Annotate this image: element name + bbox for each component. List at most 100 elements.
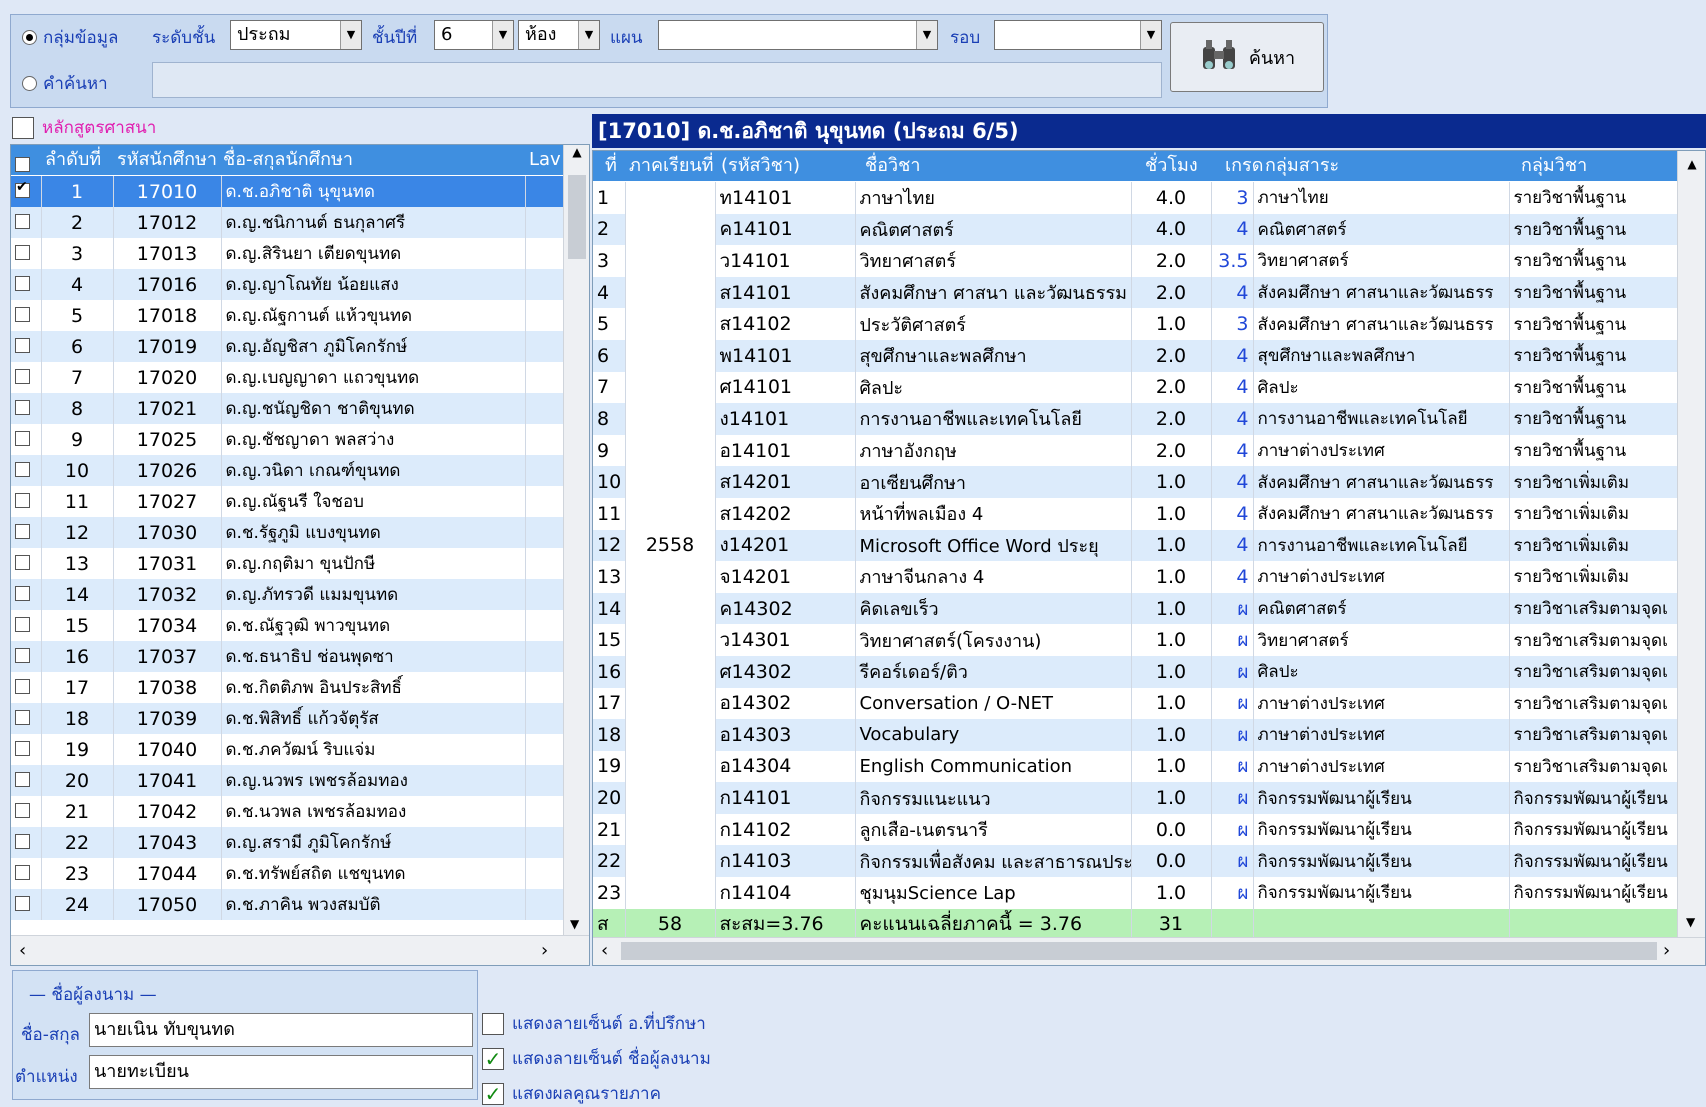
chevron-down-icon[interactable]: ▼	[570, 917, 579, 931]
chevron-right-icon[interactable]: ›	[541, 940, 548, 961]
grade-combo[interactable]: 6 ▼	[434, 20, 514, 50]
table-row[interactable]: 6 พ14101 สุขศึกษาและพลศึกษา 2.0 4 สุขศึกษาและ…	[593, 339, 1678, 372]
table-row[interactable]: 2 17012 ด.ญ.ชนิกานต์ ธนกุลาศรี	[11, 207, 564, 238]
table-row[interactable]: 13 17031 ด.ญ.กฤติมา ขุนปักษี	[11, 548, 564, 579]
chevron-right-icon[interactable]: ›	[1663, 940, 1670, 961]
table-row[interactable]: 3 ว14101 วิทยาศาสตร์ 2.0 3.5 วิทยาศาสตร์ รายวิ…	[593, 245, 1678, 277]
group-radio-dot[interactable]	[22, 30, 37, 45]
table-row[interactable]: 14 17032 ด.ญ.ภัทรวดี แมมขุนทด	[11, 579, 564, 610]
chevron-up-icon[interactable]: ▲	[564, 145, 589, 159]
chevron-down-icon[interactable]: ▼	[916, 21, 937, 49]
row-checkbox[interactable]	[11, 548, 42, 579]
table-row[interactable]: 20 17041 ด.ญ.นวพร เพชรล้อมทอง	[11, 765, 564, 796]
table-row[interactable]: 23 ก14104 ชุมนุมScience Lap 1.0 ผกิจกรรมพัฒน…	[593, 877, 1678, 909]
table-row[interactable]: 12 17030 ด.ช.รัฐภูมิ แบงขุนทด	[11, 517, 564, 548]
table-row[interactable]: 11 ส14202 หน้าที่พลเมือง 4 1.0 4 สังคมศึกษา ศ…	[593, 497, 1678, 530]
table-row[interactable]: 17 17038 ด.ช.กิตติภพ อินประสิทธิ์	[11, 672, 564, 703]
header-hours[interactable]: ชั่วโมง	[1145, 151, 1198, 181]
keyword-input[interactable]	[152, 62, 1162, 98]
chevron-up-icon[interactable]: ▲	[1678, 157, 1705, 171]
row-checkbox[interactable]	[11, 796, 42, 827]
table-row[interactable]: 23 17044 ด.ช.ทรัพย์สถิต แชขุนทด	[11, 858, 564, 889]
table-row[interactable]: 22 ก14103 กิจกรรมเพื่อสังคม และสาธารณประ 0.…	[593, 845, 1678, 878]
row-checkbox[interactable]	[11, 269, 42, 300]
option-term-result[interactable]: ✓ แสดงผลคูณรายภาค	[482, 1080, 711, 1107]
table-row[interactable]: 4 ส14101 สังคมศึกษา ศาสนา และวัฒนธรรม 2.0 4 ส…	[593, 276, 1678, 309]
chevron-down-icon[interactable]: ▼	[492, 21, 513, 49]
term-result-checkbox[interactable]: ✓	[482, 1082, 504, 1106]
table-row[interactable]: 16 17037 ด.ช.ธนาธิป ช่อนพุดซา	[11, 641, 564, 672]
header-subject-code[interactable]: (รหัสวิชา)	[721, 151, 800, 181]
keyword-radio[interactable]: คำค้นหา	[22, 70, 108, 97]
table-row[interactable]: 3 17013 ด.ญ.สิรินยา เตียดขุนทด	[11, 238, 564, 269]
header-semester[interactable]: ภาคเรียนที่	[629, 151, 714, 181]
row-checkbox[interactable]	[11, 238, 42, 269]
header-subject-group[interactable]: กลุ่มวิชา	[1521, 151, 1587, 181]
header-grade[interactable]: เกรด	[1225, 151, 1263, 181]
row-checkbox[interactable]	[11, 207, 42, 238]
advisor-sign-checkbox[interactable]	[482, 1012, 504, 1035]
row-checkbox[interactable]	[11, 734, 42, 765]
table-row[interactable]: 5 ส14102 ประวัติศาสตร์ 1.0 3 สังคมศึกษา ศาสนา…	[593, 308, 1678, 340]
table-row[interactable]: 13 จ14201 ภาษาจีนกลาง 4 1.0 4 ภาษาต่างประเทศร…	[593, 561, 1678, 593]
chevron-left-icon[interactable]: ‹	[601, 940, 608, 961]
chevron-down-icon[interactable]: ▼	[578, 21, 599, 49]
row-checkbox[interactable]	[11, 703, 42, 734]
table-row[interactable]: 19 17040 ด.ช.ภควัฒน์ ริบแจ่ม	[11, 734, 564, 765]
table-row[interactable]: 17 อ14302 Conversation / O-NET 1.0 ผภาษาต่าง…	[593, 687, 1678, 720]
table-row[interactable]: 2 ค14101 คณิตศาสตร์ 4.0 4 คณิตศาสตร์ รายวิชาพื…	[593, 213, 1678, 246]
row-checkbox[interactable]	[11, 300, 42, 331]
plan-combo[interactable]: ▼	[658, 20, 938, 50]
table-row[interactable]: 22 17043 ด.ญ.สรามี ภูมิโคกรักษ์	[11, 827, 564, 858]
table-row[interactable]: 1 2558 ท14101 ภาษาไทย 4.0 3 ภาษาไทย รายวิชาพื้น…	[593, 182, 1678, 909]
table-row[interactable]: 15 17034 ด.ช.ณัฐวุฒิ พาวขุนทด	[11, 610, 564, 641]
header-learning-area[interactable]: กลุ่มสาระ	[1265, 151, 1339, 181]
header-student-name[interactable]: ชื่อ-สกุลนักศึกษา	[223, 145, 353, 175]
table-row[interactable]: 15 ว14301 วิทยาศาสตร์(โครงงาน) 1.0 ผวิทยาศาส…	[593, 624, 1678, 656]
table-row[interactable]: 18 17039 ด.ช.พิสิทธิ์ แก้วจัตุรัส	[11, 703, 564, 734]
table-row[interactable]: 10 17026 ด.ญ.วนิดา เกณฑ์ขุนทด	[11, 455, 564, 486]
signer-sign-checkbox[interactable]: ✓	[482, 1047, 504, 1071]
table-row[interactable]: 12 ง14201 Microsoft Office Word ประยุ 1.0 4 ก…	[593, 529, 1678, 562]
room-combo[interactable]: ห้อง ▼	[518, 20, 600, 50]
table-row[interactable]: 18 อ14303 Vocabulary 1.0 ผภาษาต่างประเทศ รายว…	[593, 719, 1678, 751]
row-checkbox[interactable]	[11, 393, 42, 424]
keyword-radio-dot[interactable]	[22, 76, 37, 91]
religion-checkbox[interactable]	[12, 116, 34, 139]
grade-hscroll-thumb[interactable]	[621, 942, 1657, 960]
row-checkbox[interactable]	[11, 672, 42, 703]
table-row[interactable]: 21 17042 ด.ช.นวพล เพชรล้อมทอง	[11, 796, 564, 827]
chevron-down-icon[interactable]: ▼	[1140, 21, 1161, 49]
header-student-id[interactable]: รหัสนักศึกษา	[117, 145, 217, 175]
table-row[interactable]: 7 17020 ด.ญ.เบญญาดา แถวขุนทด	[11, 362, 564, 393]
table-row[interactable]: 10 ส14201 อาเซียนศึกษา 1.0 4 สังคมศึกษา ศาสนา…	[593, 466, 1678, 498]
row-checkbox[interactable]	[11, 579, 42, 610]
row-checkbox[interactable]	[11, 641, 42, 672]
row-checkbox[interactable]	[11, 889, 42, 920]
round-combo[interactable]: ▼	[994, 20, 1162, 50]
chevron-left-icon[interactable]: ‹	[19, 940, 26, 961]
table-row[interactable]: 14 ค14302 คิดเลขเร็ว 1.0 ผคณิตศาสตร์ รายวิชาเ…	[593, 592, 1678, 625]
table-row[interactable]: 21 ก14102 ลูกเสือ-เนตรนารี 0.0 ผกิจกรรมพัฒนา…	[593, 813, 1678, 846]
table-row[interactable]: 24 17050 ด.ช.ภาคิน พวงสมบัติ	[11, 889, 564, 920]
row-checkbox[interactable]	[11, 517, 42, 548]
group-radio[interactable]: กลุ่มข้อมูล	[22, 24, 118, 51]
row-checkbox[interactable]	[11, 827, 42, 858]
chevron-down-icon[interactable]: ▼	[340, 21, 361, 49]
header-no[interactable]: ลำดับที่	[45, 145, 101, 175]
table-row[interactable]: 19 อ14304 English Communication 1.0 ผภาษาต่า…	[593, 750, 1678, 783]
row-checkbox[interactable]	[11, 424, 42, 455]
row-checkbox[interactable]	[11, 610, 42, 641]
search-button[interactable]: ค้นหา	[1170, 22, 1324, 92]
student-vscrollbar[interactable]: ▲ ▼	[563, 145, 589, 935]
header-seq[interactable]: ที่	[605, 151, 617, 181]
chevron-down-icon[interactable]: ▼	[1686, 915, 1695, 929]
table-row[interactable]: 9 อ14101 ภาษาอังกฤษ 2.0 4 ภาษาต่างประเทศ รายวิ…	[593, 434, 1678, 467]
student-hscrollbar[interactable]: ‹ ›	[11, 935, 589, 965]
table-row[interactable]: 16 ศ14302 รีคอร์เดอร์/ติว 1.0 ผศิลปะ รายวิชาเ…	[593, 655, 1678, 688]
religion-check[interactable]: หลักสูตรศาสนา	[12, 114, 156, 141]
header-subject-name[interactable]: ชื่อวิชา	[865, 151, 920, 181]
table-row[interactable]: 5 17018 ด.ญ.ณัฐกานต์ แห้วขุนทด	[11, 300, 564, 331]
header-lav[interactable]: Lav	[529, 145, 561, 175]
row-checkbox[interactable]	[11, 362, 42, 393]
